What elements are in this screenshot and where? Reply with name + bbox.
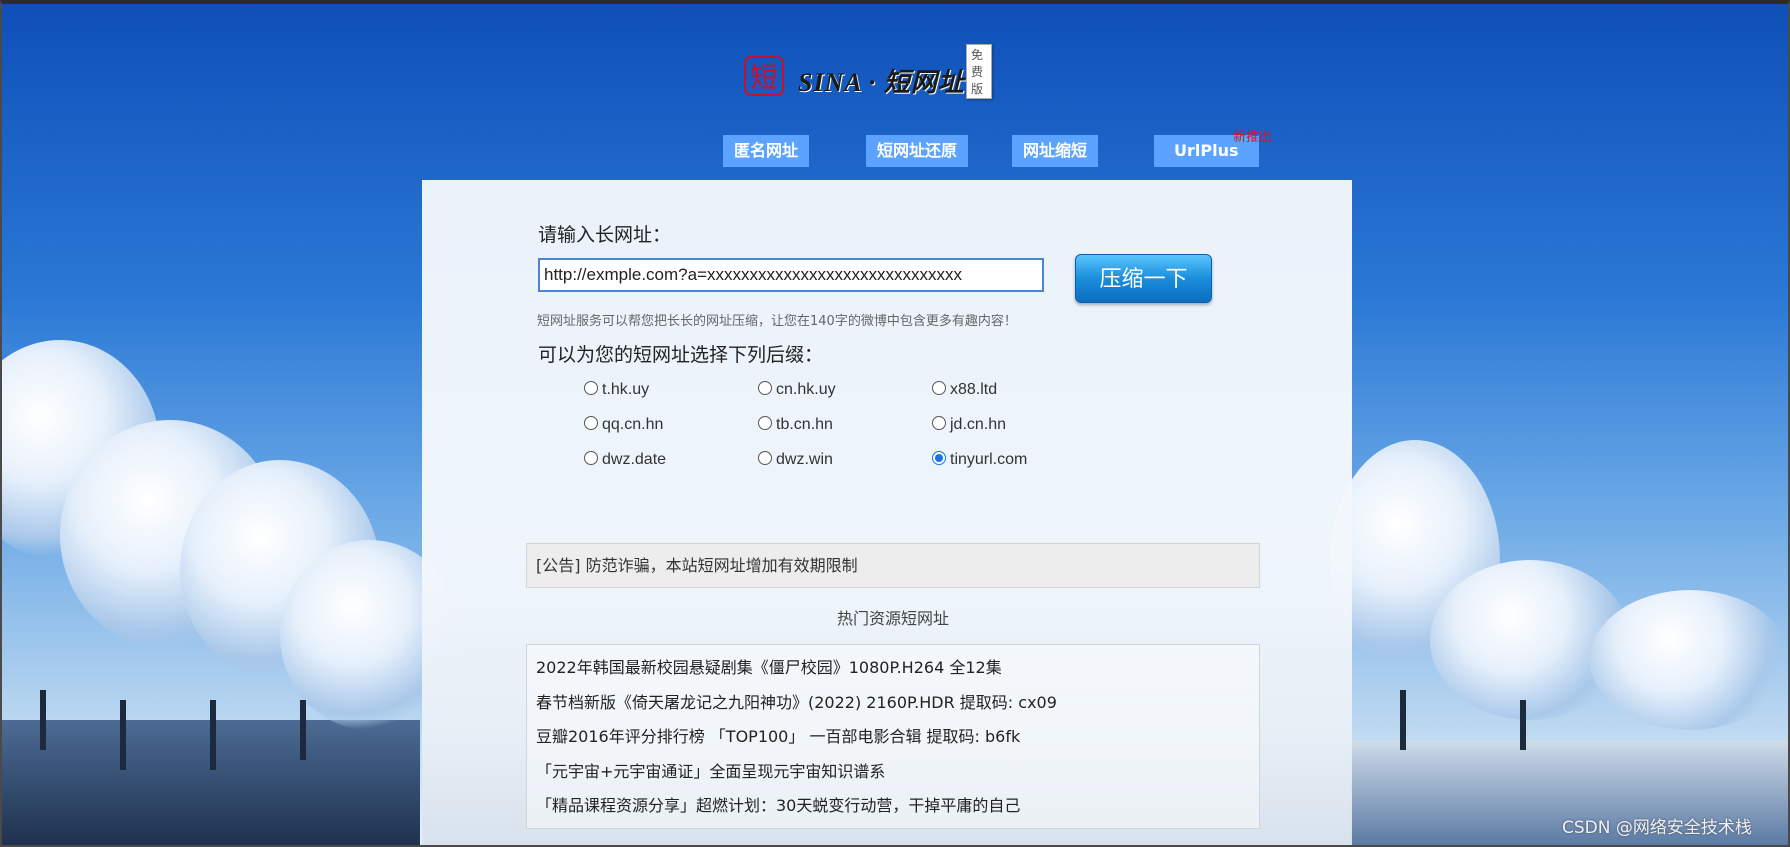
window-frame xyxy=(0,0,1790,847)
